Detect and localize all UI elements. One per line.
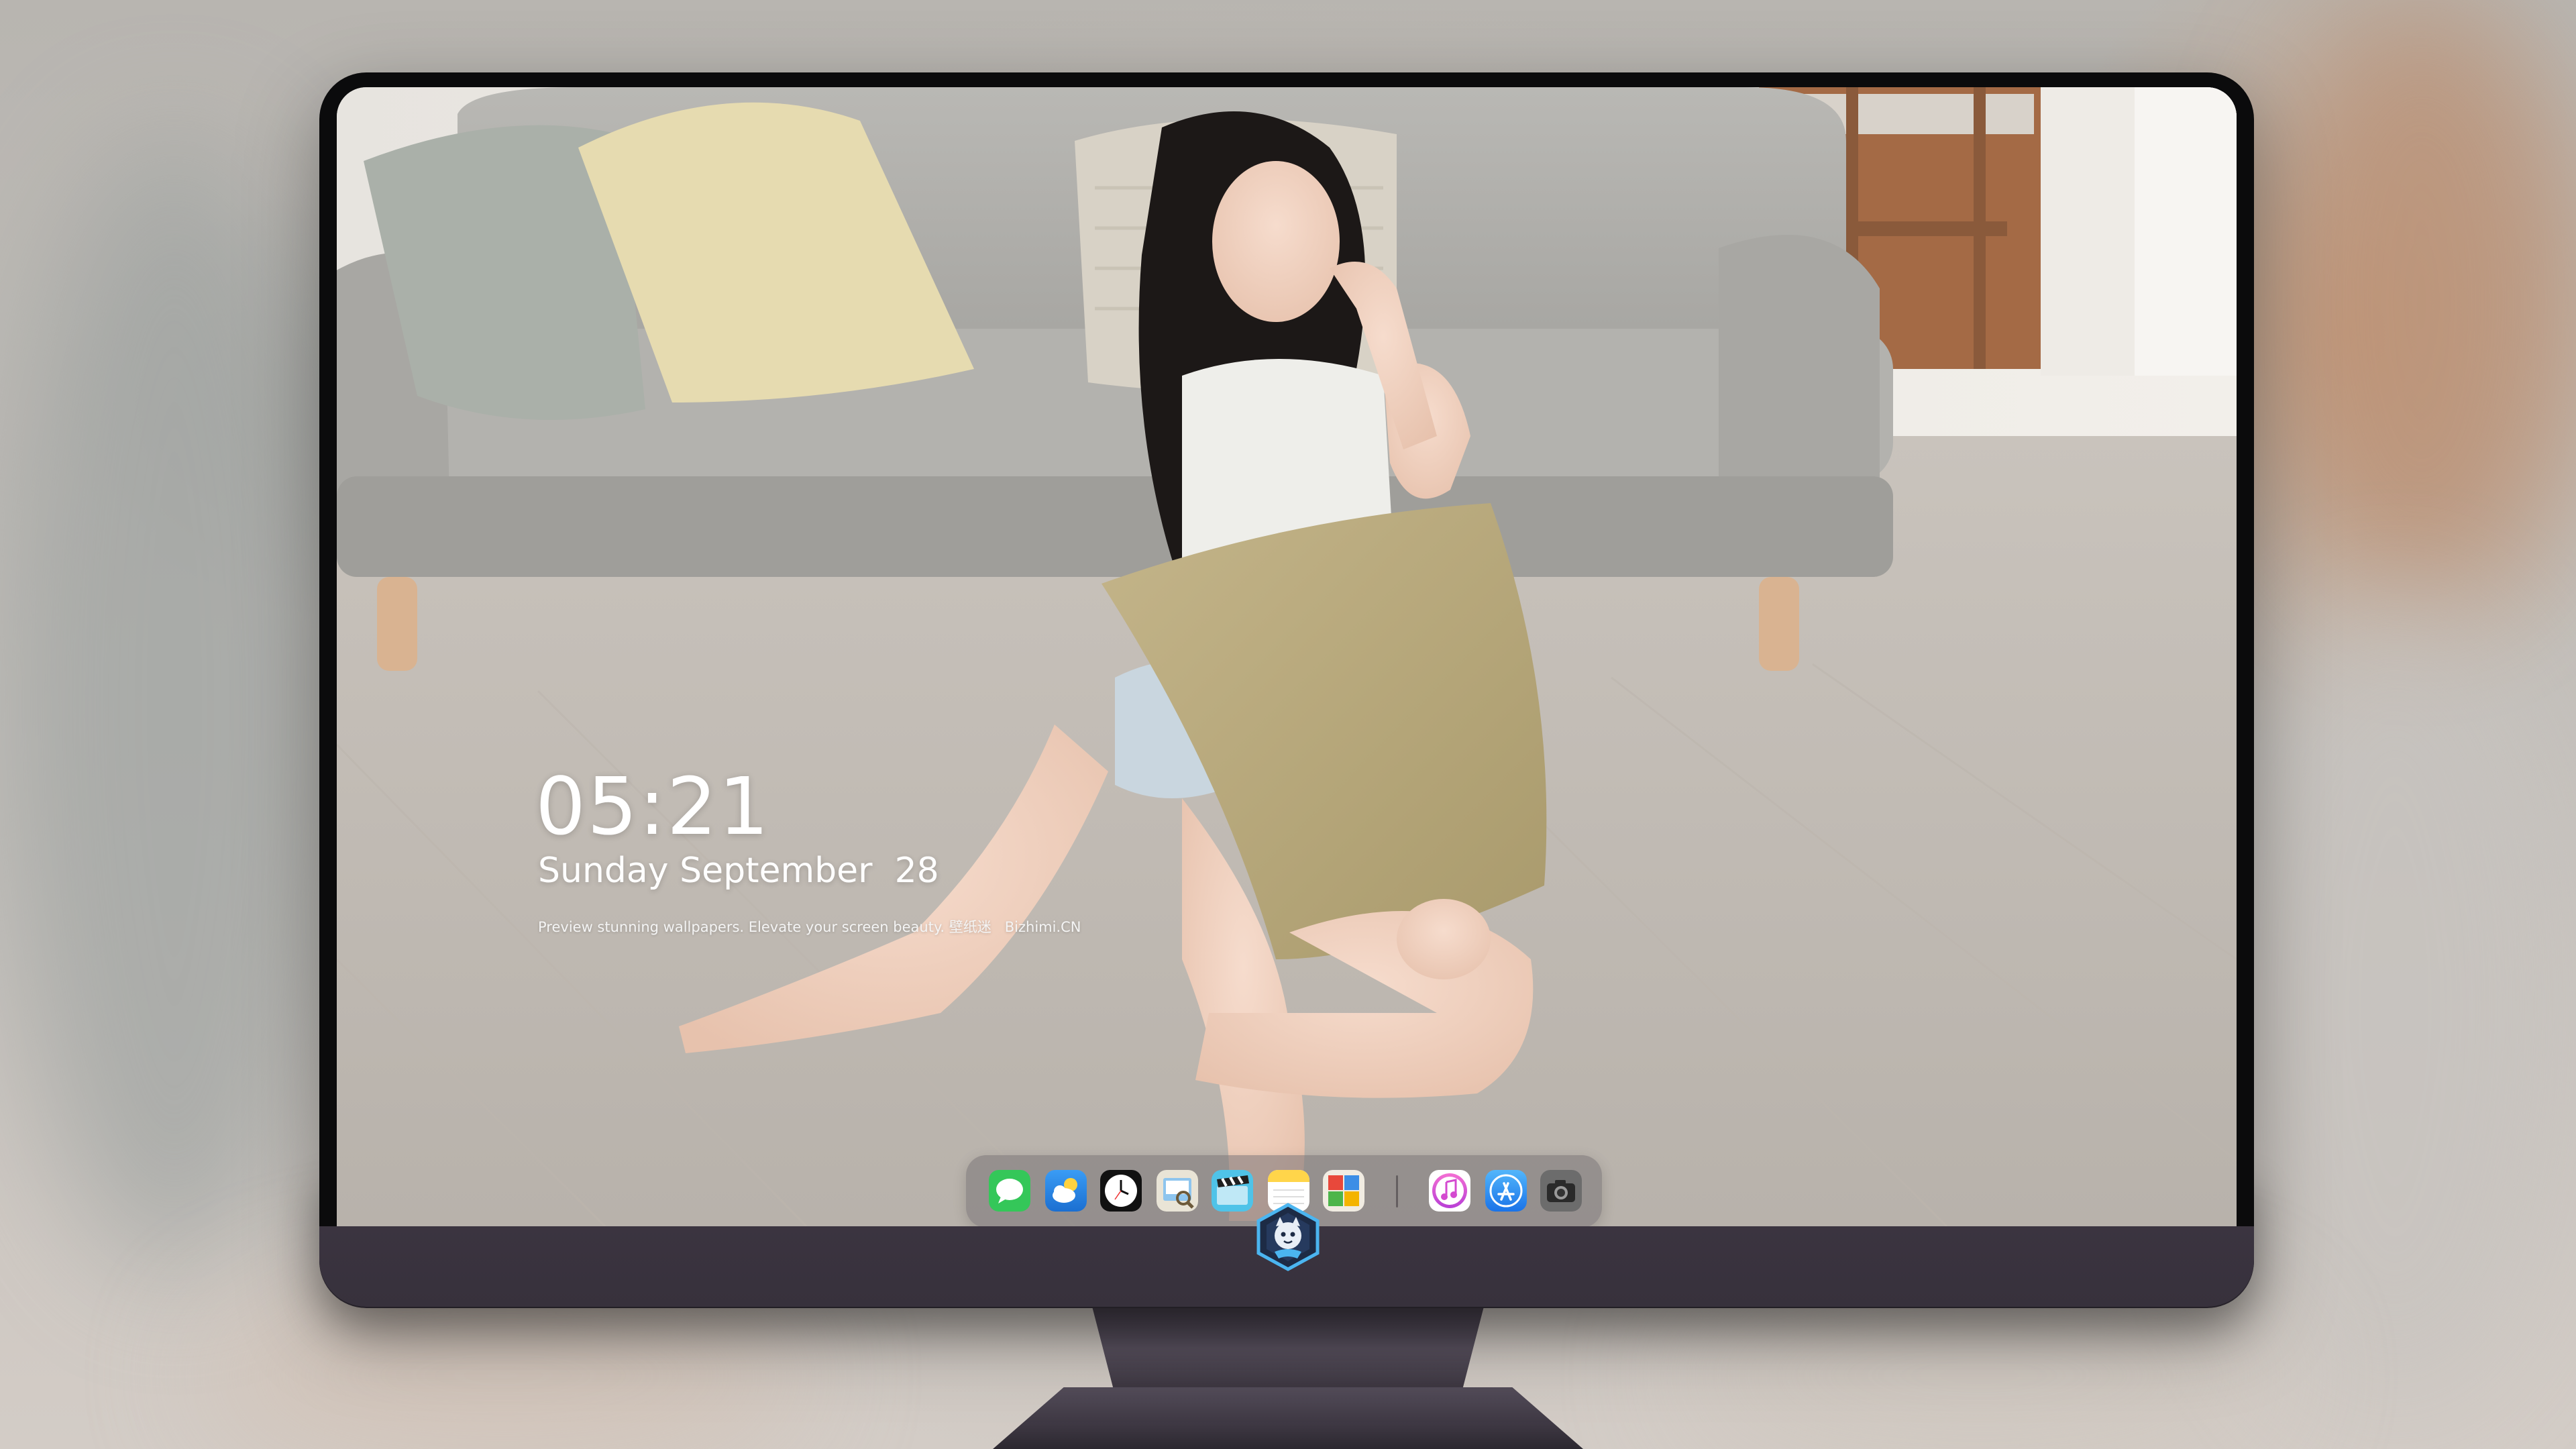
camera-icon[interactable]	[1540, 1170, 1582, 1212]
wallpaper-image	[337, 87, 2237, 1226]
monitor-stand-neck	[1092, 1308, 1484, 1389]
app-store-icon[interactable]	[1485, 1170, 1527, 1212]
weather-icon[interactable]	[1045, 1170, 1087, 1212]
lock-screen-time: 05:21	[535, 760, 771, 853]
clips-icon[interactable]	[1212, 1170, 1253, 1212]
dock-divider	[1396, 1175, 1398, 1208]
preview-icon[interactable]	[1157, 1170, 1198, 1212]
desktop-screen: 05:21 Sunday September 28 Preview stunni…	[337, 87, 2237, 1226]
monitor-stand-base	[993, 1387, 1583, 1449]
brand-logo	[1253, 1202, 1323, 1272]
messages-icon[interactable]	[989, 1170, 1030, 1212]
clock-icon[interactable]	[1100, 1170, 1142, 1212]
music-icon[interactable]	[1429, 1170, 1470, 1212]
lock-screen-date: Sunday September 28	[538, 851, 939, 891]
monitor-frame: 05:21 Sunday September 28 Preview stunni…	[319, 72, 2254, 1307]
photo-booth-icon[interactable]	[1323, 1170, 1364, 1212]
lock-screen-tagline: Preview stunning wallpapers. Elevate you…	[538, 919, 1081, 935]
